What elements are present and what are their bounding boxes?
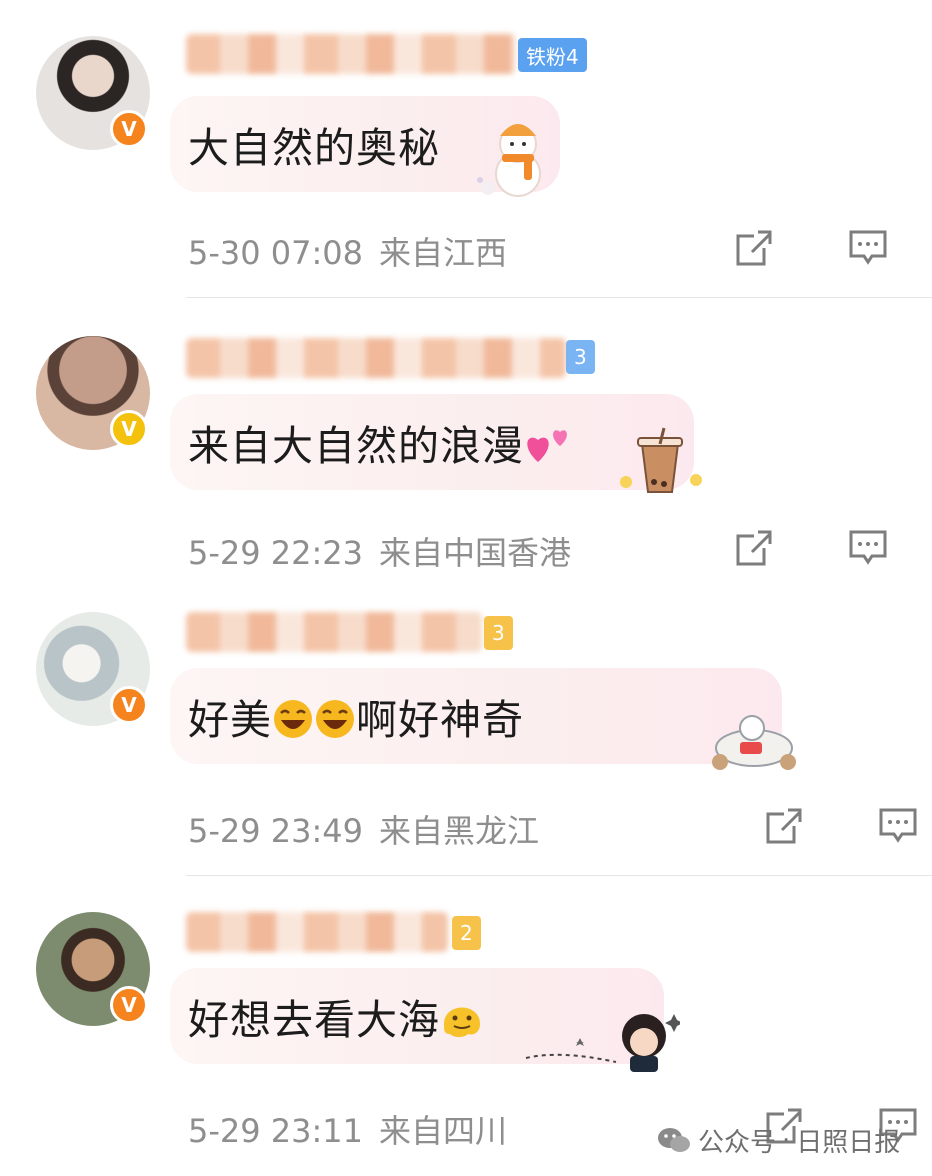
comment-location: 来自黑龙江 <box>379 812 540 850</box>
laughing-face-icon <box>316 700 354 738</box>
comment-location: 来自中国香港 <box>379 534 572 572</box>
comment-item: V 铁粉4 大自然的奥秘 5-30 07:08 来自江西 <box>0 0 932 298</box>
comment-item: V 3 好美 啊好神奇 5-29 23:49 来自黑龙江 <box>0 598 932 876</box>
share-icon[interactable] <box>734 228 774 268</box>
bubble-tea-sticker-icon <box>620 427 702 493</box>
comment-text: 来自大自然的浪漫 <box>188 412 576 472</box>
wechat-icon <box>658 1127 690 1152</box>
share-icon[interactable] <box>764 806 804 846</box>
watermark-separator: · <box>782 1125 791 1156</box>
comment-location: 来自四川 <box>379 1112 508 1150</box>
comment-reply-icon[interactable] <box>848 528 888 568</box>
comment-location: 来自江西 <box>379 234 508 272</box>
username-blurred[interactable] <box>186 912 448 952</box>
fan-badge: 3 <box>484 616 513 650</box>
comment-meta: 5-29 23:49 来自黑龙江 <box>188 806 539 852</box>
fan-badge: 2 <box>452 916 481 950</box>
two-hearts-icon <box>527 430 567 462</box>
cartoon-girl-sticker-icon <box>525 1014 680 1072</box>
username-blurred[interactable] <box>186 34 516 74</box>
comment-text: 大自然的奥秘 <box>188 124 440 172</box>
comment-reply-icon[interactable] <box>848 228 888 268</box>
verified-badge-icon: V <box>110 986 148 1024</box>
comment-item: V 3 来自大自然的浪漫 5-29 22:23 来自中国香港 <box>0 298 932 598</box>
airplane-sticker-icon <box>712 715 796 770</box>
comment-text: 好美 啊好神奇 <box>188 696 524 744</box>
verified-badge-icon: V <box>110 110 148 148</box>
fan-badge: 铁粉4 <box>518 38 587 72</box>
verified-badge-icon: V <box>110 686 148 724</box>
comment-meta: 5-29 23:11 来自四川 <box>188 1106 507 1152</box>
fan-badge: 3 <box>566 340 595 374</box>
username-blurred[interactable] <box>186 338 566 378</box>
comment-time: 5-30 07:08 <box>188 234 364 272</box>
snowman-sticker-icon <box>477 124 541 197</box>
melting-face-icon <box>444 1007 480 1037</box>
comment-bubble: 好美 啊好神奇 <box>170 668 782 764</box>
comment-time: 5-29 23:49 <box>188 812 364 850</box>
laughing-face-icon <box>274 700 312 738</box>
wechat-watermark: 公众号 · 日照日报 <box>656 1122 900 1159</box>
watermark-prefix: 公众号 <box>698 1128 777 1158</box>
username-blurred[interactable] <box>186 612 482 652</box>
comment-time: 5-29 23:11 <box>188 1112 364 1150</box>
comment-reply-icon[interactable] <box>878 806 918 846</box>
comment-meta: 5-29 22:23 来自中国香港 <box>188 528 571 574</box>
comment-time: 5-29 22:23 <box>188 534 364 572</box>
watermark-name: 日照日报 <box>796 1128 901 1158</box>
verified-badge-icon: V <box>110 410 148 448</box>
comment-text: 好想去看大海 <box>188 986 484 1046</box>
comment-meta: 5-30 07:08 来自江西 <box>188 228 507 274</box>
share-icon[interactable] <box>734 528 774 568</box>
